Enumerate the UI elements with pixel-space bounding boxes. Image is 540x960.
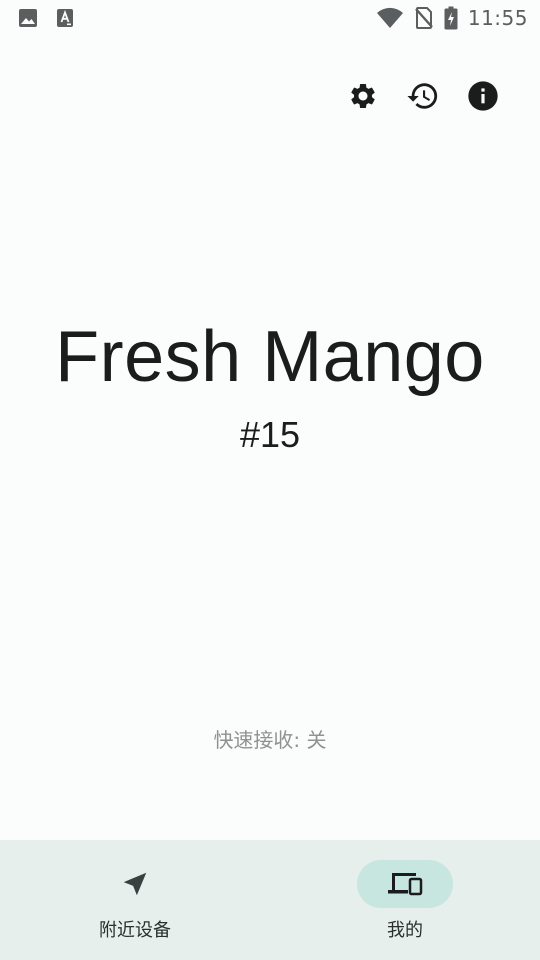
status-bar: 11:55 xyxy=(0,0,540,36)
nav-pill-active xyxy=(357,860,453,908)
nav-item-nearby-devices[interactable]: 附近设备 xyxy=(0,840,270,960)
status-right: 11:55 xyxy=(376,6,528,30)
info-icon xyxy=(467,80,499,112)
nav-pill xyxy=(87,860,183,908)
toolbar xyxy=(346,74,500,118)
text-notification-icon xyxy=(56,8,74,28)
quick-receive-status[interactable]: 快速接收: 关 xyxy=(0,724,540,753)
navigation-arrow-icon xyxy=(120,869,150,899)
screen: 11:55 Fresh Mango #15 快速接收: 关 附近设备 我的 xyxy=(0,0,540,960)
devices-icon xyxy=(386,870,424,898)
status-left xyxy=(18,8,74,28)
wifi-icon xyxy=(376,7,404,29)
device-id: #15 xyxy=(239,414,301,455)
history-button[interactable] xyxy=(406,79,440,113)
settings-icon xyxy=(348,81,378,111)
info-button[interactable] xyxy=(466,79,500,113)
device-name: Fresh Mango xyxy=(55,317,485,397)
no-sim-icon xyxy=(414,6,434,30)
battery-charging-icon xyxy=(444,6,458,30)
nav-item-mine[interactable]: 我的 xyxy=(270,840,540,960)
status-time: 11:55 xyxy=(467,6,528,30)
nav-label: 我的 xyxy=(387,920,423,941)
nav-label: 附近设备 xyxy=(99,920,171,941)
settings-button[interactable] xyxy=(346,79,380,113)
image-icon xyxy=(18,8,38,28)
history-icon xyxy=(406,79,440,113)
bottom-navigation: 附近设备 我的 xyxy=(0,840,540,960)
